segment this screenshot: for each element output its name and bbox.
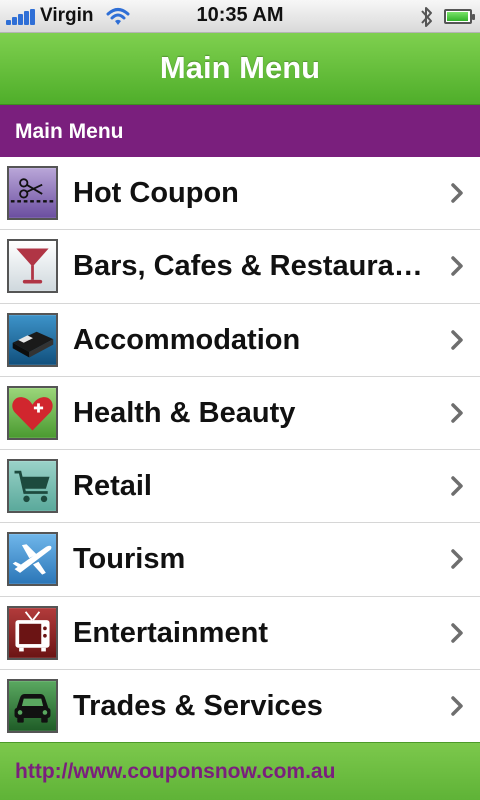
menu-item-label: Retail	[73, 470, 152, 503]
menu-item-accommodation[interactable]: Accommodation	[0, 303, 480, 377]
menu-item-label: Trades & Services	[73, 690, 323, 723]
menu-item-label: Tourism	[73, 543, 186, 576]
battery-level	[447, 12, 468, 21]
bluetooth-icon	[421, 7, 432, 27]
television-icon	[7, 605, 58, 660]
airplane-icon	[7, 532, 58, 587]
battery-icon	[444, 9, 475, 24]
heart-icon	[7, 385, 58, 440]
menu-item-bars-cafes-restaurants[interactable]: Bars, Cafes & Restaura…	[0, 230, 480, 304]
cocktail-glass-icon	[7, 239, 58, 294]
shopping-cart-icon	[7, 459, 58, 514]
page-title: Main Menu	[159, 50, 321, 85]
section-title: Main Menu	[15, 120, 124, 143]
section-header: Main Menu	[0, 105, 480, 157]
chevron-right-icon	[451, 623, 463, 643]
navigation-bar: Main Menu	[0, 33, 480, 105]
footer-bar: http://www.couponsnow.com.au	[0, 742, 480, 800]
menu-list: Hot Coupon Bars, Cafes & Restaura… Accom…	[0, 157, 480, 744]
website-link[interactable]: http://www.couponsnow.com.au	[0, 743, 480, 800]
menu-item-label: Entertainment	[73, 616, 268, 649]
menu-item-label: Health & Beauty	[73, 396, 296, 429]
chevron-right-icon	[451, 329, 463, 350]
menu-item-label: Accommodation	[73, 323, 301, 356]
menu-item-tourism[interactable]: Tourism	[0, 523, 480, 597]
menu-item-label: Bars, Cafes & Restaura…	[73, 250, 423, 283]
chevron-right-icon	[451, 403, 463, 423]
chevron-right-icon	[451, 256, 463, 277]
menu-item-hot-coupon[interactable]: Hot Coupon	[0, 157, 480, 231]
chevron-right-icon	[451, 696, 463, 716]
scissors-coupon-icon	[7, 166, 58, 220]
status-bar: Virgin 10:35 AM	[0, 0, 480, 33]
chevron-right-icon	[451, 476, 463, 496]
bed-icon	[7, 312, 58, 367]
car-icon	[7, 679, 58, 734]
menu-item-retail[interactable]: Retail	[0, 450, 480, 524]
clock: 10:35 AM	[196, 4, 284, 26]
chevron-right-icon	[451, 549, 463, 570]
menu-item-entertainment[interactable]: Entertainment	[0, 596, 480, 671]
menu-item-label: Hot Coupon	[73, 177, 239, 209]
menu-item-health-beauty[interactable]: Health & Beauty	[0, 376, 480, 451]
menu-item-trades-services[interactable]: Trades & Services	[0, 670, 480, 744]
chevron-right-icon	[451, 183, 463, 203]
